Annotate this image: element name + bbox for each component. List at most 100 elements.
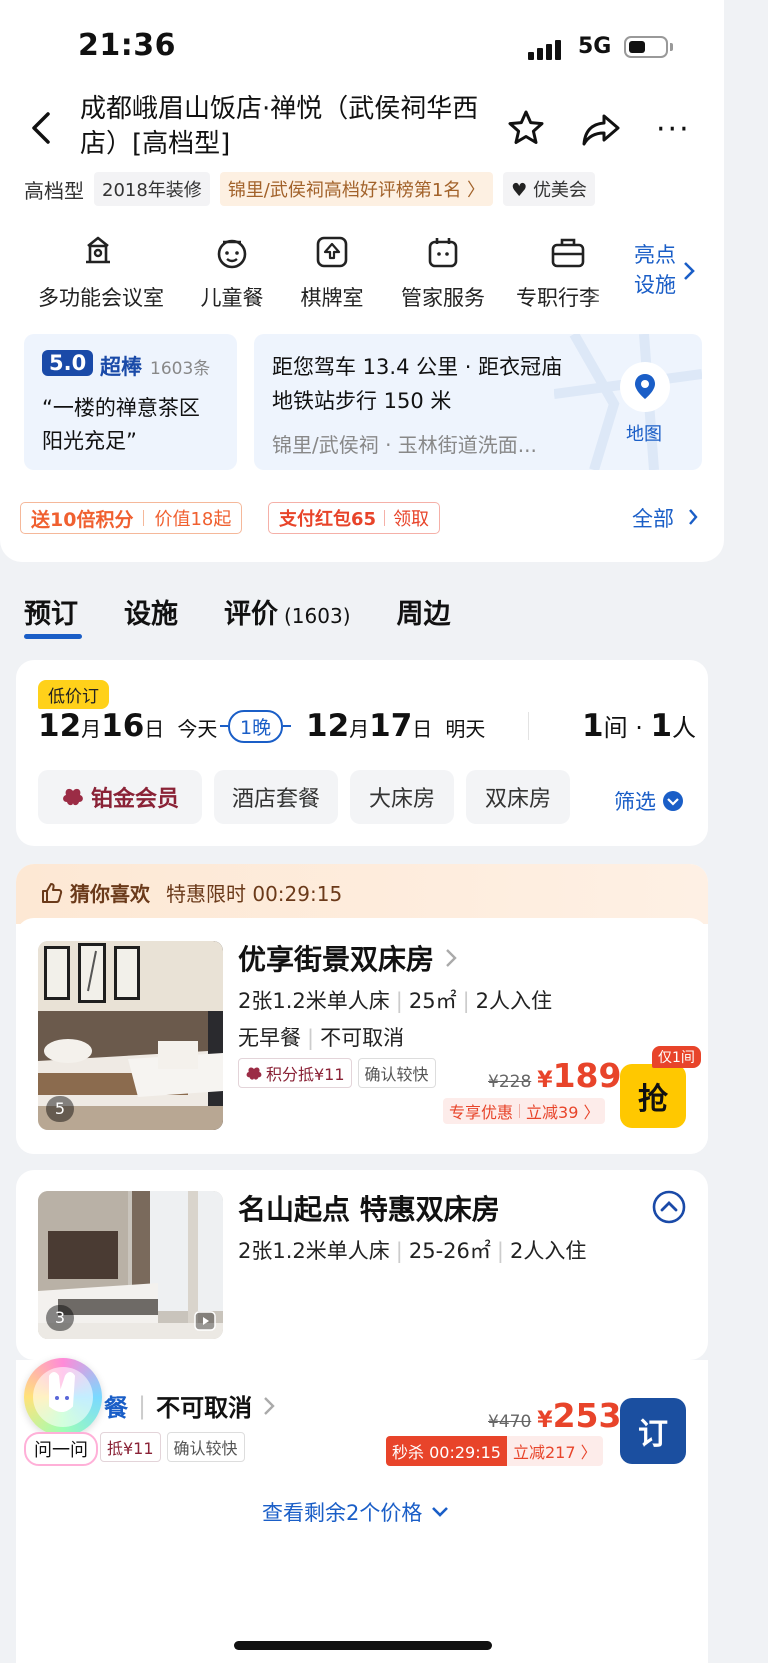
room1-policy: 无早餐 | 不可取消 <box>238 1026 405 1050</box>
tab-reviews-label: 评价 <box>224 599 278 630</box>
checkout-month: 12 <box>306 708 350 744</box>
signal-icon <box>528 38 568 60</box>
room1-price-value: 189 <box>552 1056 622 1095</box>
tab-active-indicator <box>24 634 82 639</box>
room2-name[interactable]: 名山起点 特惠双床房 <box>238 1188 500 1228</box>
home-indicator <box>234 1641 492 1650</box>
map-button[interactable] <box>620 362 670 412</box>
room1-discount-value: 立减39 〉 <box>526 1103 600 1122</box>
luggage-icon <box>551 238 585 268</box>
battery-icon <box>624 36 668 58</box>
hotel-tags: 高档型 2018年装修 锦里/武侯祠高档好评榜第1名 〉 ♥ 优美会 <box>24 172 595 206</box>
recommended-header: 猜你喜欢 特惠限时 00:29:15 <box>40 878 342 907</box>
filter-platinum-member[interactable]: 铂金会员 <box>38 770 202 824</box>
hotel-title: 成都峨眉山饭店·禅悦（武侯祠华西店）[高档型] <box>80 94 479 159</box>
tab-reviews[interactable]: 评价 (1603) <box>224 592 351 631</box>
room2-cancel: 不可取消 <box>156 1394 253 1422</box>
chevron-right-icon <box>264 1396 275 1415</box>
checkin-note: 今天 <box>177 717 218 741</box>
facility-label: 专职行李 <box>516 286 600 310</box>
room2-rate-title[interactable]: 餐 | 不可取消 <box>104 1388 276 1423</box>
facility-luggage[interactable]: 专职行李 <box>516 232 620 312</box>
points-promo-bold: 送10倍积分 <box>31 508 134 531</box>
room1-name: 优享街景双床房 <box>238 943 435 976</box>
chevron-right-icon <box>446 949 457 967</box>
favorite-star-icon[interactable] <box>506 108 546 148</box>
room1-area: 25㎡ <box>408 989 457 1013</box>
more-prices-label: 查看剩余2个价格 <box>262 1501 423 1525</box>
location-distance: 距您驾车 13.4 公里 · 距衣冠庙 地铁站步行 150 米 <box>272 350 562 418</box>
filter-button[interactable]: 筛选 <box>614 786 684 816</box>
room2-confirm-tag: 确认较快 <box>166 1432 245 1462</box>
facility-chess-room[interactable]: 棋牌室 <box>272 232 392 312</box>
checkout-note: 明天 <box>445 717 486 741</box>
divider <box>528 712 529 740</box>
location-line1: 距您驾车 13.4 公里 · 距衣冠庙 <box>272 355 563 379</box>
section-tabs: 预订 设施 评价 (1603) 周边 <box>24 592 451 631</box>
points-promo[interactable]: 送10倍积分 价值18起 <box>20 502 243 534</box>
assistant-bunny-icon <box>33 1367 93 1427</box>
filter-king-bed[interactable]: 大床房 <box>350 770 454 824</box>
room1-photo-count: 5 <box>46 1096 74 1122</box>
redpack-label: 支付红包65 <box>279 509 377 530</box>
map-label[interactable]: 地图 <box>626 420 662 446</box>
assistant-label[interactable]: 问一问 <box>24 1432 98 1466</box>
room1-discount[interactable]: 专享优惠 立减39 〉 <box>443 1098 606 1124</box>
room2-price: ¥470 ¥ 253 <box>488 1396 621 1435</box>
share-icon[interactable] <box>580 108 622 150</box>
room1-title-link[interactable]: 优享街景双床房 <box>238 938 458 978</box>
rooms-count: 1 <box>582 708 604 744</box>
room1-perk: 专享优惠 <box>449 1103 514 1122</box>
tab-facilities[interactable]: 设施 <box>124 592 178 631</box>
review-summary-card[interactable]: 5.0 超棒 1603条 “一楼的禅意茶区 阳光充足” <box>24 334 237 470</box>
room-guest-selector[interactable]: 1间 · 1人 <box>582 708 696 744</box>
collapse-icon[interactable] <box>652 1190 686 1228</box>
room2-book-button[interactable]: 订 <box>620 1398 686 1464</box>
room1-grab-button[interactable]: 抢 <box>620 1064 686 1128</box>
review-level: 超棒 <box>100 355 142 379</box>
facility-meeting-room[interactable]: 多功能会议室 <box>38 232 164 312</box>
redpack-promo[interactable]: 支付红包65 领取 <box>268 502 441 534</box>
room1-guests: 2人入住 <box>475 989 553 1013</box>
room1-specs: 2张1.2米单人床 | 25㎡ | 2人入住 <box>238 989 553 1013</box>
room2-flash-sale[interactable]: 秒杀 00:29:15 立减217 〉 <box>386 1436 603 1466</box>
room2-area: 25-26㎡ <box>408 1239 491 1263</box>
room1-photo[interactable]: 5 <box>38 941 223 1130</box>
filter-hotel-package[interactable]: 酒店套餐 <box>214 770 338 824</box>
location-card[interactable]: 距您驾车 13.4 公里 · 距衣冠庙 地铁站步行 150 米 锦里/武侯祠 ·… <box>254 334 702 470</box>
back-icon[interactable] <box>26 108 56 155</box>
assistant-bubble[interactable] <box>24 1358 102 1436</box>
tab-booking[interactable]: 预订 <box>24 592 78 631</box>
room2-breakfast: 餐 <box>104 1394 128 1422</box>
location-line2: 地铁站步行 150 米 <box>272 389 452 413</box>
vip-tag[interactable]: ♥ 优美会 <box>503 172 595 206</box>
room1-tags: 积分抵¥11 确认较快 <box>238 1058 436 1088</box>
filter-label: 铂金会员 <box>90 787 179 812</box>
review-quote-line1: “一楼的禅意茶区 <box>42 396 200 420</box>
facility-butler[interactable]: 管家服务 <box>383 232 503 312</box>
low-price-badge: 低价订 <box>38 680 109 709</box>
highlight-facilities-link[interactable]: 亮点 设施 <box>634 240 695 300</box>
room1-beds: 2张1.2米单人床 <box>238 989 390 1013</box>
all-promos-link[interactable]: 全部 <box>632 503 699 533</box>
facility-label: 管家服务 <box>401 286 485 310</box>
chevron-right-icon <box>684 262 695 280</box>
room1-confirm-tag: 确认较快 <box>357 1058 436 1088</box>
more-icon[interactable]: ··· <box>656 112 691 147</box>
room2-photo[interactable]: 3 <box>38 1191 223 1339</box>
room1-points-label: 积分抵¥11 <box>266 1065 345 1084</box>
recommended-timer: 特惠限时 00:29:15 <box>166 882 343 906</box>
tab-nearby[interactable]: 周边 <box>397 592 451 631</box>
all-promos-label: 全部 <box>632 507 674 531</box>
highlight-line1: 亮点 <box>634 243 676 267</box>
room2-currency: ¥ <box>537 1408 553 1433</box>
battery-cap <box>670 43 673 51</box>
checkin-day: 16 <box>101 708 145 744</box>
ranking-tag[interactable]: 锦里/武侯祠高档好评榜第1名 〉 <box>219 172 494 206</box>
checkin-date[interactable]: 12月16日 今天 <box>38 708 217 744</box>
checkout-date[interactable]: 12月17日 明天 <box>306 708 485 744</box>
filter-twin-bed[interactable]: 双床房 <box>466 770 570 824</box>
more-prices-link[interactable]: 查看剩余2个价格 <box>262 1497 450 1527</box>
status-time: 21:36 <box>78 28 176 63</box>
room2-old-price: ¥470 <box>488 1412 532 1432</box>
